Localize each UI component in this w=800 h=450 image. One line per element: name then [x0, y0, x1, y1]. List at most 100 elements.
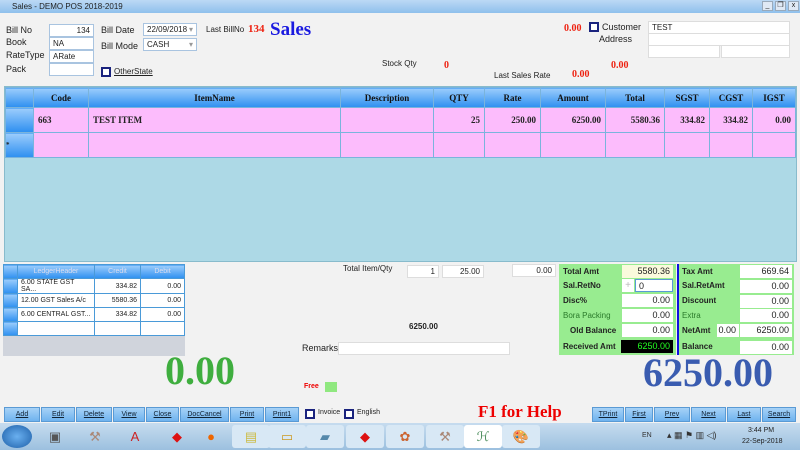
- ledger-row[interactable]: 6.00 CENTRAL GST... 334.82 0.00: [3, 307, 185, 322]
- cell[interactable]: [433, 132, 485, 158]
- taskbar-anydesk2-icon[interactable]: ◆: [346, 425, 384, 448]
- restore-button[interactable]: ❐: [775, 1, 786, 11]
- col-total[interactable]: Total: [605, 87, 665, 108]
- taskbar-paint-icon[interactable]: 🎨: [502, 425, 540, 448]
- clock-date[interactable]: 22-Sep-2018: [742, 438, 782, 445]
- bill-mode-select[interactable]: CASH ▾: [143, 38, 197, 51]
- col-igst[interactable]: IGST: [752, 87, 796, 108]
- minimize-button[interactable]: _: [762, 1, 773, 11]
- cell[interactable]: [33, 132, 89, 158]
- col-description[interactable]: Description: [340, 87, 434, 108]
- add-button[interactable]: Add: [4, 407, 40, 422]
- ratetype-input[interactable]: ARate: [49, 50, 94, 63]
- ledger-debit[interactable]: 0.00: [140, 278, 185, 294]
- taskbar-app-icon[interactable]: ▣: [36, 425, 74, 448]
- ledger-name[interactable]: 12.00 GST Sales A/c: [17, 293, 95, 308]
- english-checkbox[interactable]: [344, 409, 354, 419]
- cell-rate[interactable]: 250.00: [484, 107, 541, 133]
- cell[interactable]: [17, 321, 95, 336]
- cell[interactable]: [605, 132, 665, 158]
- ledger-debit[interactable]: 0.00: [140, 293, 185, 308]
- address-line3-input[interactable]: [721, 45, 790, 58]
- cell[interactable]: [664, 132, 710, 158]
- ledger-debit[interactable]: 0.00: [140, 307, 185, 322]
- new-row[interactable]: *: [5, 132, 796, 158]
- print-button[interactable]: Print: [230, 407, 264, 422]
- taskbar-office-icon[interactable]: ✿: [386, 425, 424, 448]
- cell[interactable]: [540, 132, 606, 158]
- cell-code[interactable]: 663: [33, 107, 89, 133]
- invoice-checkbox[interactable]: [305, 409, 315, 419]
- discount-input[interactable]: 0.00: [740, 295, 792, 308]
- taskbar-notepad-icon[interactable]: ▰: [306, 425, 344, 448]
- close-button[interactable]: x: [788, 1, 799, 11]
- tprint-button[interactable]: TPrint: [592, 407, 624, 422]
- row-header[interactable]: [3, 321, 18, 336]
- last-button[interactable]: Last: [727, 407, 761, 422]
- col-amount[interactable]: Amount: [540, 87, 606, 108]
- taskbar-firefox-icon[interactable]: ●: [192, 425, 230, 448]
- cell-total[interactable]: 5580.36: [605, 107, 665, 133]
- book-input[interactable]: NA: [49, 37, 94, 50]
- edit-button[interactable]: Edit: [41, 407, 75, 422]
- view-button[interactable]: View: [113, 407, 145, 422]
- taskbar-anydesk-icon[interactable]: ◆: [158, 425, 196, 448]
- col-code[interactable]: Code: [33, 87, 89, 108]
- bora-packing-input[interactable]: 0.00: [622, 309, 673, 322]
- table-row[interactable]: 663 TEST ITEM 25 250.00 6250.00 5580.36 …: [5, 107, 796, 133]
- cell-qty[interactable]: 25: [433, 107, 485, 133]
- tray-icons[interactable]: ▴ ▦ ⚑ ▥ ◁): [667, 430, 717, 441]
- items-grid[interactable]: Code ItemName Description QTY Rate Amoun…: [4, 86, 797, 262]
- ledger-credit[interactable]: 334.82: [94, 307, 141, 322]
- print1-button[interactable]: Print1: [265, 407, 299, 422]
- cell[interactable]: [340, 132, 434, 158]
- ledger-row[interactable]: 12.00 GST Sales A/c 5580.36 0.00: [3, 293, 185, 308]
- cell[interactable]: [752, 132, 796, 158]
- cell-cgst[interactable]: 334.82: [709, 107, 753, 133]
- col-qty[interactable]: QTY: [433, 87, 485, 108]
- ledger-col-credit[interactable]: Credit: [94, 264, 141, 279]
- otherstate-checkbox[interactable]: [101, 67, 111, 77]
- cell[interactable]: [709, 132, 753, 158]
- taskbar-pos-app-icon[interactable]: ℋ: [464, 425, 502, 448]
- taskbar-tools2-icon[interactable]: ⚒: [426, 425, 464, 448]
- cell[interactable]: [140, 321, 185, 336]
- taskbar-notes-icon[interactable]: ▤: [232, 425, 270, 448]
- search-button[interactable]: Search: [762, 407, 796, 422]
- doccancel-button[interactable]: DocCancel: [180, 407, 229, 422]
- add-salret-icon[interactable]: +: [622, 279, 634, 292]
- cell-sgst[interactable]: 334.82: [664, 107, 710, 133]
- customer-checkbox[interactable]: [589, 22, 599, 32]
- cell[interactable]: [88, 132, 341, 158]
- col-itemname[interactable]: ItemName: [88, 87, 341, 108]
- cell-igst[interactable]: 0.00: [752, 107, 796, 133]
- ledger-new-row[interactable]: [3, 321, 185, 336]
- prev-button[interactable]: Prev: [654, 407, 690, 422]
- taskbar-tools-icon[interactable]: ⚒: [76, 425, 114, 448]
- close-form-button[interactable]: Close: [146, 407, 179, 422]
- disc-input[interactable]: 0.00: [622, 294, 673, 307]
- bill-no-input[interactable]: 134: [49, 24, 94, 37]
- col-cgst[interactable]: CGST: [709, 87, 753, 108]
- row-header[interactable]: [5, 107, 34, 133]
- first-button[interactable]: First: [625, 407, 653, 422]
- col-rate[interactable]: Rate: [484, 87, 541, 108]
- clock-time[interactable]: 3:44 PM: [748, 427, 774, 434]
- address-line2-input[interactable]: [648, 45, 720, 58]
- remarks-input[interactable]: [338, 342, 510, 355]
- row-header[interactable]: [3, 293, 18, 308]
- ledger-credit[interactable]: 5580.36: [94, 293, 141, 308]
- cell[interactable]: [484, 132, 541, 158]
- bill-date-picker[interactable]: 22/09/2018 ▾: [143, 23, 197, 36]
- taskbar-autocad-icon[interactable]: A: [116, 425, 154, 448]
- taskbar-explorer-icon[interactable]: ▭: [268, 425, 306, 448]
- language-indicator[interactable]: EN: [642, 432, 652, 439]
- row-header[interactable]: [3, 278, 18, 294]
- start-button[interactable]: [2, 425, 32, 448]
- ledger-credit[interactable]: 334.82: [94, 278, 141, 294]
- next-button[interactable]: Next: [691, 407, 726, 422]
- cell-itemname[interactable]: TEST ITEM: [88, 107, 341, 133]
- pack-input[interactable]: [49, 63, 94, 76]
- ledger-row[interactable]: 6.00 STATE GST SA... 334.82 0.00: [3, 278, 185, 294]
- ledger-col-debit[interactable]: Debit: [140, 264, 185, 279]
